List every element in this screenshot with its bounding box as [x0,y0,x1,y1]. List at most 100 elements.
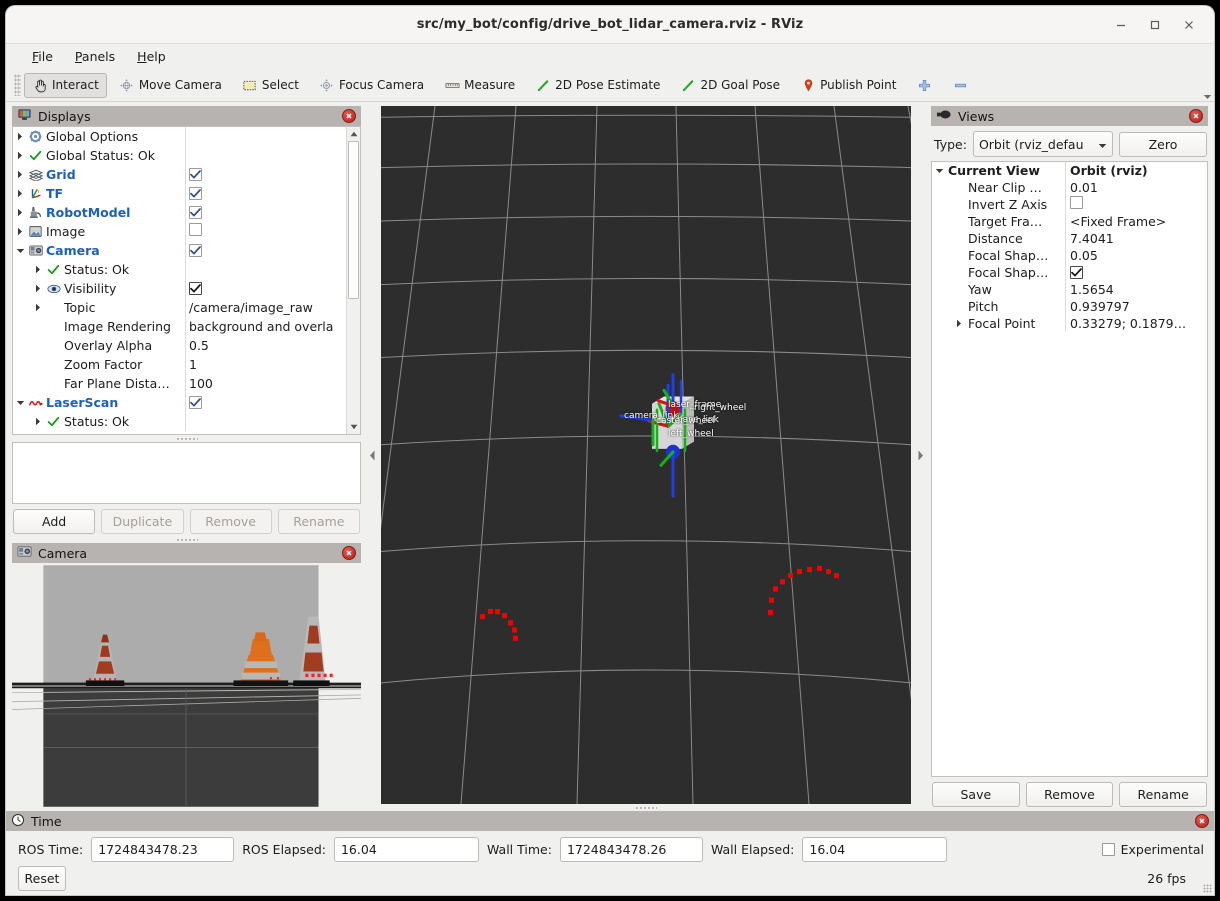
displays-scrollbar[interactable] [346,127,360,434]
displays-tree-row[interactable]: Global Status: Ok [13,146,346,165]
views-row-value[interactable]: 1.5654 [1065,281,1207,298]
displays-tree-row[interactable]: Far Plane Dista… 100 [13,374,346,393]
chevron-right-icon[interactable] [31,284,45,293]
camera-close-icon[interactable] [342,546,356,560]
chevron-right-icon[interactable] [31,303,45,312]
ros-time-input[interactable]: 1724843478.23 [91,837,235,862]
views-row-value[interactable] [1065,196,1207,213]
toolbar-overflow-button[interactable] [1200,88,1214,100]
views-close-icon[interactable] [1189,109,1203,123]
chevron-right-icon[interactable] [13,170,27,179]
views-row-value[interactable]: 0.01 [1065,179,1207,196]
tool-move-camera[interactable]: Move Camera [111,73,230,98]
displays-tree-row[interactable]: Global Options [13,127,346,146]
display-row-checkbox[interactable] [189,206,202,219]
left-splitter[interactable] [363,102,381,811]
views-tree-row[interactable]: Yaw 1.5654 [932,281,1207,298]
views-tree-row[interactable]: Invert Z Axis [932,196,1207,213]
views-row-value[interactable]: 0.33279; 0.1879… [1065,315,1207,332]
viewport-bottom-handle[interactable] [381,804,911,811]
chevron-right-icon[interactable] [13,227,27,236]
chevron-right-icon[interactable] [13,208,27,217]
views-row-value[interactable]: Orbit (rviz) [1065,162,1207,179]
views-row-value[interactable]: 0.939797 [1065,298,1207,315]
display-row-checkbox[interactable] [189,244,202,257]
3d-render-panel[interactable]: camera_link laser_frame base_link caster_wh… [381,106,911,804]
chevron-down-icon[interactable] [13,400,27,406]
display-row-value[interactable]: 100 [185,374,346,393]
tool-interact[interactable]: Interact [24,72,107,98]
time-close-icon[interactable] [1195,814,1209,828]
collapse-right-arrow-icon[interactable] [917,450,924,464]
menu-help[interactable]: Help [127,46,176,67]
wall-time-input[interactable]: 1724843478.26 [559,837,703,862]
tool-select[interactable]: Select [234,73,307,98]
displays-tree-row[interactable]: Status: Ok [13,412,346,431]
displays-tree-row[interactable]: Status: Ok [13,260,346,279]
views-tree-row[interactable]: Target Fra… <Fixed Frame> [932,213,1207,230]
chevron-right-icon[interactable] [31,265,45,274]
displays-tree[interactable]: Global Options Global Status: Ok Grid TF Rob… [12,126,361,435]
views-row-value[interactable]: 7.4041 [1065,230,1207,247]
display-row-value[interactable] [185,127,346,146]
experimental-checkbox[interactable] [1101,843,1115,856]
display-row-value[interactable] [185,260,346,279]
display-row-value[interactable] [185,184,346,203]
views-tree-row[interactable]: Distance 7.4041 [932,230,1207,247]
displays-splitter-handle[interactable] [12,435,361,442]
views-tree-row[interactable]: Pitch 0.939797 [932,298,1207,315]
displays-tree-row[interactable]: Grid [13,165,346,184]
display-row-checkbox[interactable] [189,187,202,200]
displays-tree-row[interactable]: TF [13,184,346,203]
display-row-value[interactable] [185,146,346,165]
toolbar-drag-handle[interactable] [14,74,21,96]
display-row-value[interactable]: /camera/image_raw [185,298,346,317]
save-view-button[interactable]: Save [932,782,1020,807]
chevron-right-icon[interactable] [31,417,45,426]
chevron-right-icon[interactable] [13,132,27,141]
camera-image-view[interactable] [12,563,361,809]
ros-elapsed-input[interactable]: 16.04 [333,837,479,862]
maximize-button[interactable] [1138,10,1172,40]
wall-elapsed-input[interactable]: 16.04 [802,837,948,862]
close-button[interactable] [1172,10,1206,40]
menu-panels[interactable]: Panels [65,46,125,67]
views-row-value[interactable]: 0.05 [1065,247,1207,264]
views-row-checkbox[interactable] [1070,266,1083,279]
zero-button[interactable]: Zero [1119,131,1207,157]
chevron-right-icon[interactable] [13,189,27,198]
experimental-toggle[interactable]: Experimental [1101,842,1204,857]
remove-view-button[interactable]: Remove [1025,782,1114,807]
display-row-value[interactable] [185,412,346,431]
tool-remove[interactable] [944,73,976,98]
display-row-value[interactable] [185,203,346,222]
display-row-value[interactable] [185,222,346,241]
displays-scrollbar-track[interactable] [346,141,360,420]
displays-tree-row[interactable]: Topic/camera/image_raw [13,298,346,317]
display-row-value[interactable] [185,393,346,412]
chevron-down-icon[interactable] [932,168,946,174]
tool-publish-point[interactable]: Publish Point [792,73,904,98]
left-column-splitter[interactable] [12,536,361,543]
tool-focus-camera[interactable]: Focus Camera [311,73,432,98]
display-row-checkbox[interactable] [189,396,202,409]
display-row-value[interactable] [185,165,346,184]
views-row-value[interactable] [1065,264,1207,281]
add-display-button[interactable]: Add [13,509,96,534]
display-row-value[interactable] [185,279,346,298]
views-properties-tree[interactable]: Current View Orbit (rviz) Near Clip … 0.01 I… [931,161,1208,777]
display-row-checkbox[interactable] [189,282,202,295]
views-tree-row[interactable]: Focal Shap… [932,264,1207,281]
tool-add-new[interactable] [908,73,940,98]
right-splitter[interactable] [911,102,929,811]
scroll-up-icon[interactable] [346,127,360,141]
rename-view-button[interactable]: Rename [1119,782,1208,807]
menu-file[interactable]: File [22,46,63,67]
tool-2d-goal-pose[interactable]: 2D Goal Pose [672,73,788,98]
display-row-value[interactable]: 0.5 [185,336,346,355]
views-row-checkbox[interactable] [1070,196,1083,209]
tool-measure[interactable]: Measure [436,73,523,98]
views-tree-row[interactable]: Near Clip … 0.01 [932,179,1207,196]
display-row-value[interactable]: background and overla [185,317,346,336]
displays-tree-row[interactable]: Camera [13,241,346,260]
